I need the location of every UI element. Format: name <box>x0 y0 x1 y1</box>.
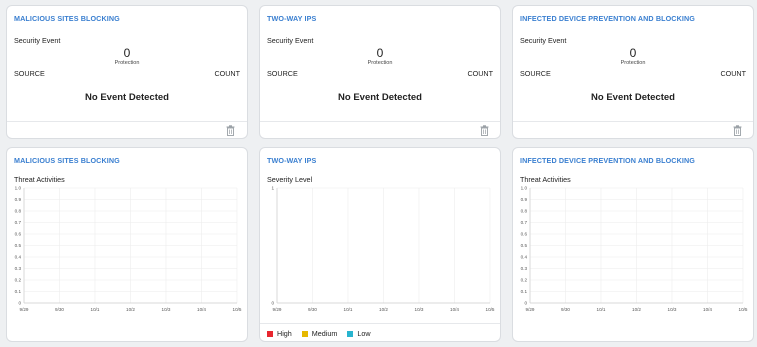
trash-icon[interactable] <box>733 125 742 136</box>
empty-state-message: No Event Detected <box>338 92 422 103</box>
card-title[interactable]: INFECTED DEVICE PREVENTION AND BLOCKING <box>520 14 695 23</box>
y-tick-label: 0.8 <box>15 209 22 214</box>
threat-activities-chart: 1.0 0.9 0.8 0.7 0.6 0.5 0.4 0.3 0.2 0.1 09/29 9/30 1… <box>521 186 748 312</box>
card-footer-divider <box>260 121 500 122</box>
x-tick-label: 10/1 <box>597 307 606 312</box>
x-tick-label: 9/29 <box>273 307 282 312</box>
legend-label: Medium <box>311 329 338 338</box>
chart-legend: High Medium Low <box>267 329 379 338</box>
chart-card-two-way-ips: TWO-WAY IPS Severity Level 1 0 9/29 9/30 10/… <box>259 147 501 342</box>
x-tick-label: 9/29 <box>20 307 29 312</box>
x-tick-label: 10/1 <box>91 307 100 312</box>
y-tick-label: 0.4 <box>15 255 22 260</box>
legend-item-high[interactable]: High <box>267 329 292 338</box>
y-tick-label: 1.0 <box>521 186 528 191</box>
column-header-source: SOURCE <box>267 69 298 78</box>
x-tick-label: 10/3 <box>162 307 171 312</box>
column-header-count: COUNT <box>720 69 746 78</box>
protection-count: 0 <box>376 46 384 60</box>
protection-caption: Protection <box>620 60 646 66</box>
x-tick-label: 10/2 <box>379 307 388 312</box>
y-tick-label: 0.8 <box>521 209 528 214</box>
y-tick-label: 0.4 <box>521 255 528 260</box>
trash-icon[interactable] <box>480 125 489 136</box>
y-tick-label: 0.5 <box>15 243 22 248</box>
y-tick-label: 0.9 <box>15 197 22 202</box>
x-tick-label: 10/5 <box>486 307 495 312</box>
legend-swatch-low <box>347 330 354 337</box>
x-tick-label: 10/5 <box>233 307 242 312</box>
y-tick-label: 0.1 <box>15 289 22 294</box>
y-tick-label: 0.7 <box>521 220 528 225</box>
y-tick-label: 0 <box>524 301 527 306</box>
column-header-count: COUNT <box>467 69 493 78</box>
y-tick-label: 0.2 <box>521 278 528 283</box>
x-tick-label: 10/4 <box>450 307 459 312</box>
y-tick-label: 0.1 <box>521 289 528 294</box>
card-title[interactable]: TWO-WAY IPS <box>267 14 316 23</box>
legend-label: High <box>277 329 292 338</box>
x-tick-label: 10/1 <box>344 307 353 312</box>
x-tick-label: 9/30 <box>561 307 570 312</box>
summary-card-two-way-ips: TWO-WAY IPS Security Event 0 Protection … <box>259 5 501 139</box>
x-tick-label: 9/30 <box>308 307 317 312</box>
y-tick-label: 0.3 <box>521 266 528 271</box>
x-tick-label: 10/3 <box>415 307 424 312</box>
y-tick-label: 0.6 <box>521 232 528 237</box>
section-label: Security Event <box>267 36 314 45</box>
x-tick-label: 10/3 <box>668 307 677 312</box>
y-tick-label: 0 <box>271 301 274 306</box>
card-title[interactable]: MALICIOUS SITES BLOCKING <box>14 14 120 23</box>
y-tick-label: 0.6 <box>15 232 22 237</box>
column-header-source: SOURCE <box>520 69 551 78</box>
legend-label: Low <box>357 329 371 338</box>
y-tick-label: 0 <box>18 301 21 306</box>
x-tick-label: 10/2 <box>126 307 135 312</box>
x-tick-label: 9/30 <box>55 307 64 312</box>
column-header-source: SOURCE <box>14 69 45 78</box>
severity-level-chart: 1 09/29 9/30 10/1 10/2 10/3 10/4 10/5 <box>271 186 495 312</box>
protection-count: 0 <box>629 46 637 60</box>
protection-caption: Protection <box>114 60 140 66</box>
chart-card-malicious-sites: MALICIOUS SITES BLOCKING Threat Activiti… <box>6 147 248 342</box>
column-header-count: COUNT <box>214 69 240 78</box>
y-tick-label: 1 <box>271 186 274 191</box>
x-tick-label: 10/4 <box>197 307 206 312</box>
section-label: Security Event <box>14 36 61 45</box>
summary-card-malicious-sites: MALICIOUS SITES BLOCKING Security Event … <box>6 5 248 139</box>
x-tick-label: 10/4 <box>703 307 712 312</box>
y-tick-label: 0.5 <box>521 243 528 248</box>
x-tick-label: 10/2 <box>632 307 641 312</box>
legend-swatch-medium <box>301 330 308 337</box>
trash-icon[interactable] <box>226 125 235 136</box>
legend-item-low[interactable]: Low <box>347 329 371 338</box>
summary-card-infected-device: INFECTED DEVICE PREVENTION AND BLOCKING … <box>512 5 754 139</box>
y-tick-label: 0.2 <box>15 278 22 283</box>
card-footer-divider <box>513 121 753 122</box>
empty-state-message: No Event Detected <box>591 92 675 103</box>
threat-activities-chart: 1.0 0.9 0.8 0.7 0.6 0.5 0.4 0.3 0.2 0.1 09/29 9/30 1… <box>15 186 242 312</box>
legend-item-medium[interactable]: Medium <box>301 329 338 338</box>
protection-count: 0 <box>123 46 131 60</box>
protection-caption: Protection <box>367 60 393 66</box>
section-label: Security Event <box>520 36 567 45</box>
card-footer-divider <box>7 121 247 122</box>
chart-card-infected-device: INFECTED DEVICE PREVENTION AND BLOCKING … <box>512 147 754 342</box>
x-tick-label: 9/29 <box>526 307 535 312</box>
y-tick-label: 0.3 <box>15 266 22 271</box>
y-tick-label: 0.9 <box>521 197 528 202</box>
legend-divider <box>260 323 500 324</box>
empty-state-message: No Event Detected <box>85 92 169 103</box>
x-tick-label: 10/5 <box>739 307 748 312</box>
legend-swatch-high <box>267 330 273 337</box>
y-tick-label: 0.7 <box>15 220 22 225</box>
y-tick-label: 1.0 <box>15 186 22 191</box>
